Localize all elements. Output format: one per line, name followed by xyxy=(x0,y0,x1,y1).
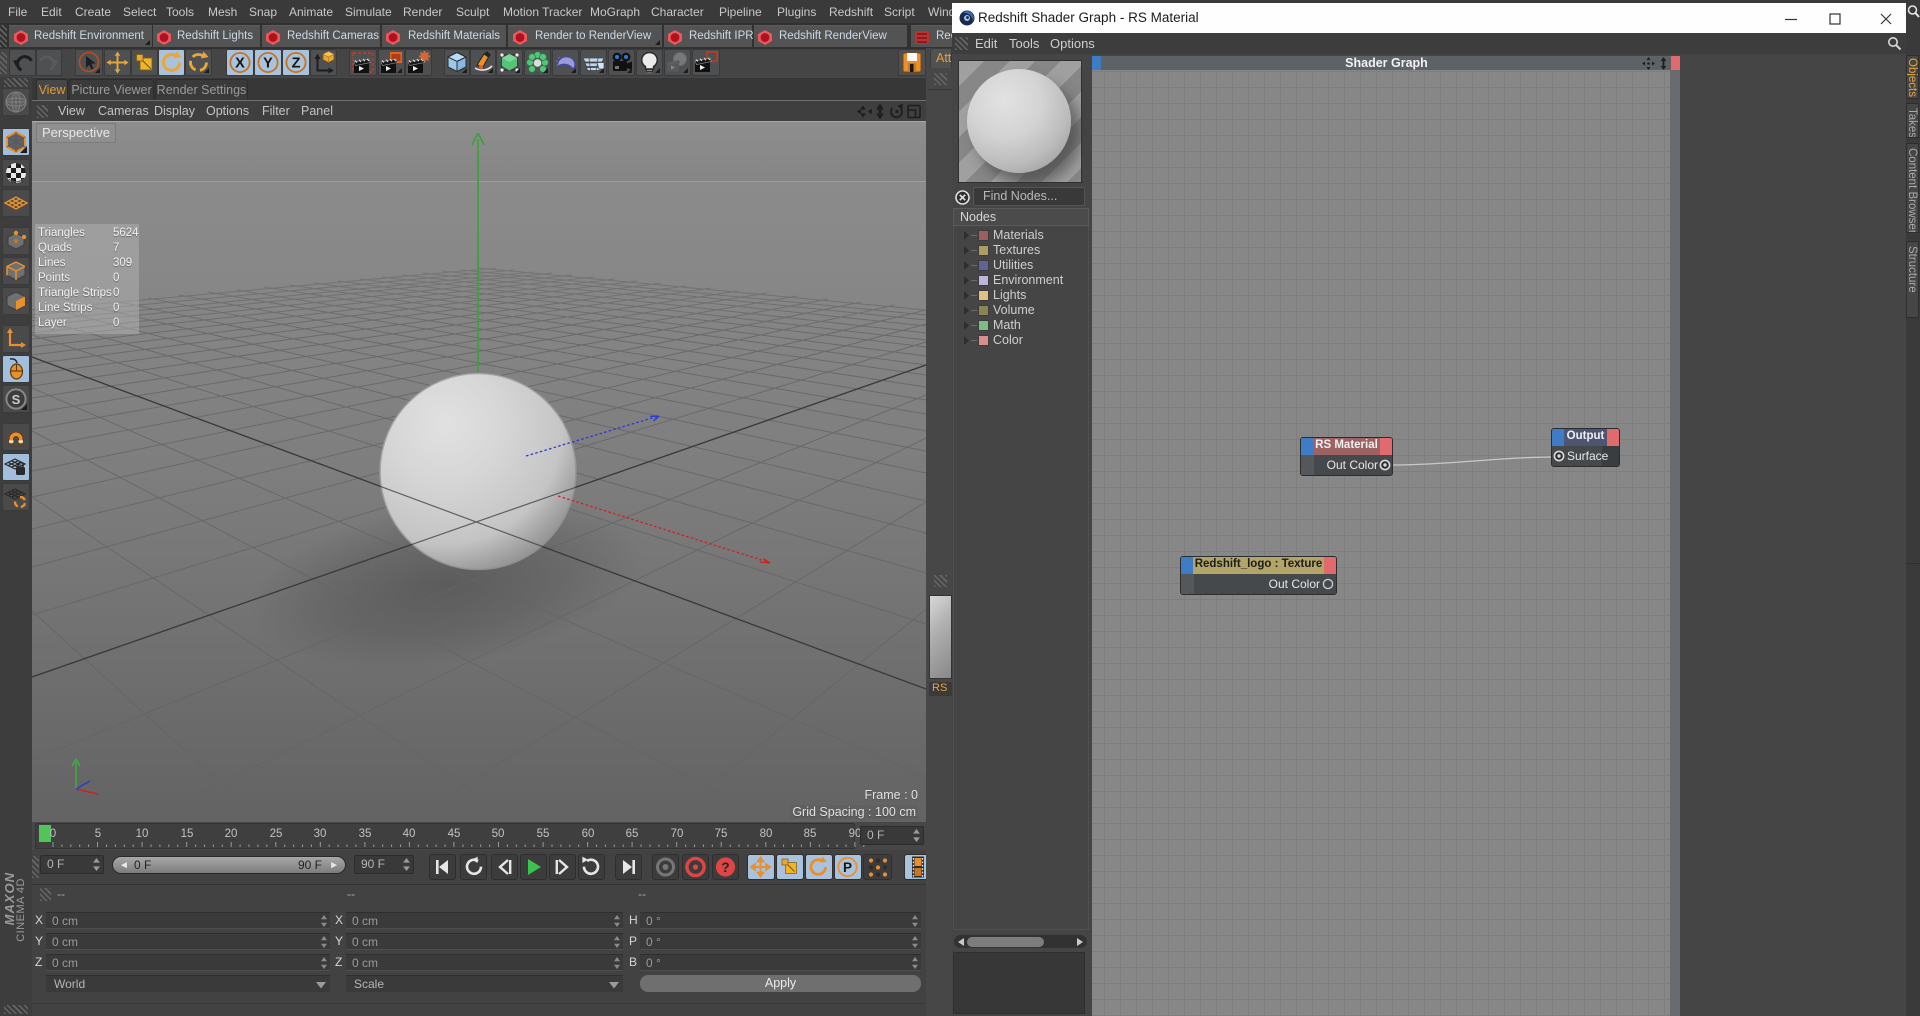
svg-text:70: 70 xyxy=(671,828,684,840)
svg-text:60: 60 xyxy=(582,828,595,840)
svg-text:?: ? xyxy=(721,860,729,875)
svg-text:10: 10 xyxy=(136,828,149,840)
svg-text:35: 35 xyxy=(359,828,372,840)
svg-text:50: 50 xyxy=(492,828,505,840)
svg-text:20: 20 xyxy=(225,828,238,840)
svg-text:25: 25 xyxy=(270,828,283,840)
svg-text:Y: Y xyxy=(263,56,273,72)
svg-text:45: 45 xyxy=(448,828,461,840)
svg-text:0: 0 xyxy=(50,828,56,840)
svg-text:Z: Z xyxy=(292,56,301,72)
svg-text:75: 75 xyxy=(715,828,728,840)
svg-text:S: S xyxy=(12,392,21,407)
svg-text:80: 80 xyxy=(760,828,773,840)
svg-text:40: 40 xyxy=(403,828,416,840)
svg-text:30: 30 xyxy=(314,828,327,840)
svg-text:P: P xyxy=(843,860,852,875)
svg-text:55: 55 xyxy=(537,828,550,840)
svg-text:65: 65 xyxy=(626,828,639,840)
svg-text:15: 15 xyxy=(181,828,194,840)
svg-text:85: 85 xyxy=(804,828,817,840)
svg-text:X: X xyxy=(235,56,245,72)
svg-text:5: 5 xyxy=(95,828,101,840)
